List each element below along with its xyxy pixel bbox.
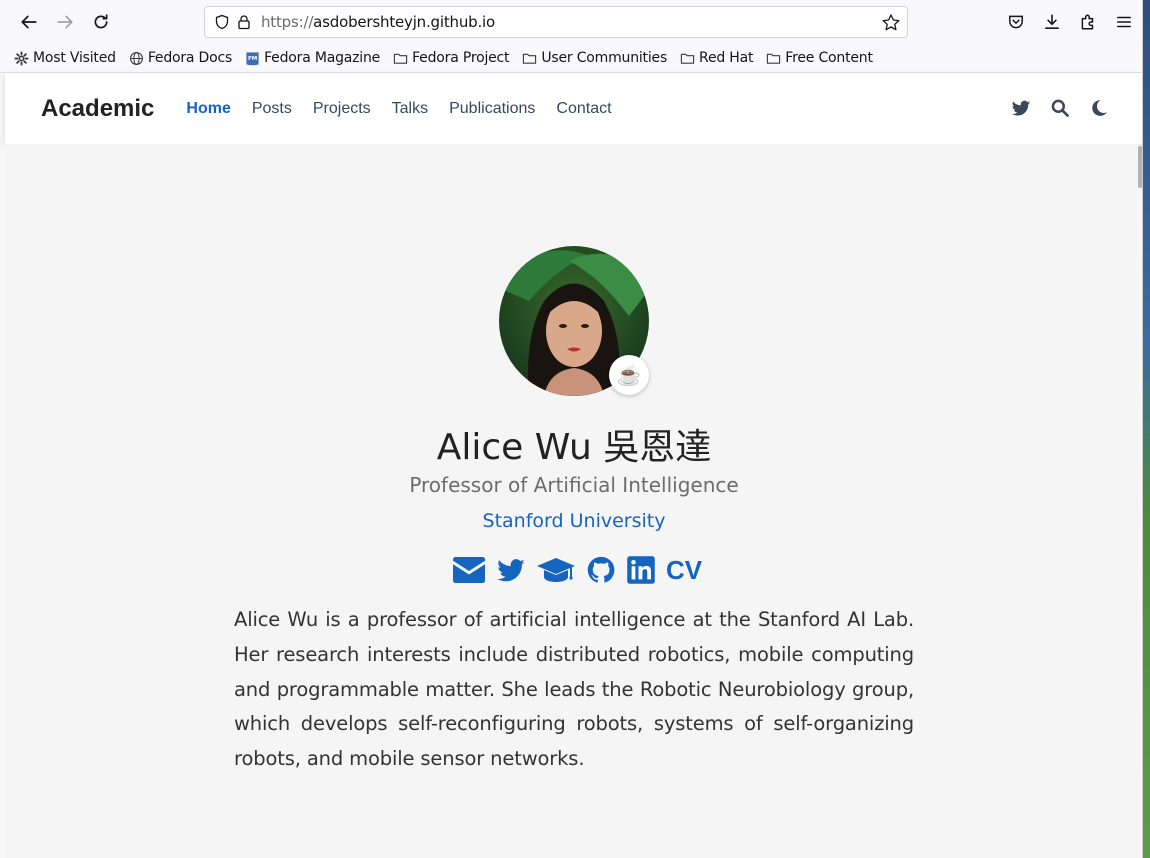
- google-scholar-link[interactable]: [536, 554, 576, 586]
- hamburger-icon: [1117, 16, 1131, 28]
- cv-link[interactable]: CV: [666, 555, 702, 586]
- folder-icon: [680, 53, 695, 64]
- bookmark-label: Most Visited: [33, 50, 116, 66]
- nav-projects[interactable]: Projects: [313, 100, 371, 118]
- page-content: ☕ Alice Wu 吳恩達 Professor of Artificial I…: [5, 144, 1139, 858]
- nav-home[interactable]: Home: [186, 100, 230, 118]
- browser-window: https://asdobershteyjn.github.io Most Vi…: [0, 0, 1143, 858]
- graduation-cap-icon: [537, 558, 575, 582]
- folder-icon: [523, 53, 537, 64]
- nav-talks[interactable]: Talks: [392, 100, 428, 118]
- folder-icon: [393, 53, 408, 64]
- nav-icons: [992, 98, 1109, 118]
- site-navbar: Academic Home Posts Projects Talks Publi…: [5, 73, 1142, 144]
- nav-contact[interactable]: Contact: [556, 100, 611, 118]
- profile-organization[interactable]: Stanford University: [5, 510, 1142, 532]
- bookmark-most-visited[interactable]: Most Visited: [14, 50, 116, 66]
- status-emoji-badge: ☕: [609, 355, 649, 395]
- puzzle-icon: [1081, 14, 1094, 30]
- url-scheme: https://: [261, 13, 314, 31]
- back-arrow-icon: [21, 15, 37, 29]
- forward-arrow-icon: [57, 15, 73, 29]
- bookmark-fedora-project[interactable]: Fedora Project: [393, 50, 510, 66]
- reload-button[interactable]: [83, 6, 119, 38]
- twitter-icon[interactable]: [1011, 98, 1031, 118]
- bookmark-label: Fedora Docs: [147, 50, 233, 66]
- moon-icon[interactable]: [1089, 98, 1109, 118]
- toolbar-right: [998, 6, 1142, 38]
- browser-toolbar: https://asdobershteyjn.github.io: [0, 0, 1142, 44]
- reload-icon: [94, 14, 108, 29]
- bookmark-red-hat[interactable]: Red Hat: [680, 50, 753, 66]
- twitter-icon: [497, 559, 525, 582]
- svg-text:FM: FM: [248, 55, 258, 61]
- gear-icon: [14, 50, 29, 66]
- pocket-icon: [1009, 15, 1023, 29]
- linkedin-icon: [627, 556, 655, 584]
- nav-publications[interactable]: Publications: [449, 100, 535, 118]
- forward-button[interactable]: [47, 6, 83, 38]
- bookmark-fedora-magazine[interactable]: FM Fedora Magazine: [245, 50, 380, 66]
- search-icon[interactable]: [1050, 98, 1070, 118]
- globe-icon: [129, 51, 143, 65]
- pocket-button[interactable]: [998, 6, 1034, 38]
- site-brand[interactable]: Academic: [41, 95, 154, 123]
- extensions-button[interactable]: [1070, 6, 1106, 38]
- download-icon: [1045, 14, 1059, 29]
- github-icon: [587, 556, 615, 583]
- url-text[interactable]: https://asdobershteyjn.github.io: [261, 13, 495, 31]
- fedora-magazine-icon: FM: [246, 51, 259, 65]
- scrollbar-thumb[interactable]: [1138, 146, 1142, 188]
- bookmark-free-content[interactable]: Free Content: [766, 50, 873, 66]
- url-host: asdobershteyjn.github.io: [313, 13, 495, 31]
- downloads-button[interactable]: [1034, 6, 1070, 38]
- github-link[interactable]: [585, 554, 617, 586]
- bookmark-fedora-docs[interactable]: Fedora Docs: [129, 50, 232, 66]
- bookmarks-bar: Most Visited Fedora Docs FM Fedora Magaz…: [0, 44, 1142, 73]
- linkedin-link[interactable]: [626, 554, 656, 586]
- menu-button[interactable]: [1106, 6, 1142, 38]
- back-button[interactable]: [11, 6, 47, 38]
- profile-role: Professor of Artificial Intelligence: [409, 473, 739, 497]
- bookmark-label: Fedora Project: [412, 50, 510, 66]
- shield-icon[interactable]: [213, 13, 231, 31]
- folder-icon: [767, 53, 781, 64]
- social-links: CV: [452, 554, 702, 586]
- nav-posts[interactable]: Posts: [252, 100, 292, 118]
- bookmark-label: User Communities: [541, 50, 668, 66]
- bookmark-label: Fedora Magazine: [264, 50, 381, 66]
- bookmark-label: Free Content: [785, 50, 873, 66]
- twitter-link[interactable]: [495, 554, 527, 586]
- url-bar[interactable]: https://asdobershteyjn.github.io: [204, 6, 908, 38]
- lock-icon[interactable]: [235, 13, 253, 31]
- profile-name: Alice Wu 吳恩達: [436, 427, 712, 468]
- bookmark-user-communities[interactable]: User Communities: [522, 50, 667, 66]
- envelope-icon: [453, 557, 485, 583]
- nav-links: Home Posts Projects Talks Publications C…: [186, 100, 632, 118]
- profile-bio: Alice Wu is a professor of artificial in…: [234, 608, 914, 771]
- bookmark-star-icon[interactable]: [881, 13, 901, 33]
- bookmark-label: Red Hat: [699, 50, 754, 66]
- email-link[interactable]: [452, 554, 486, 586]
